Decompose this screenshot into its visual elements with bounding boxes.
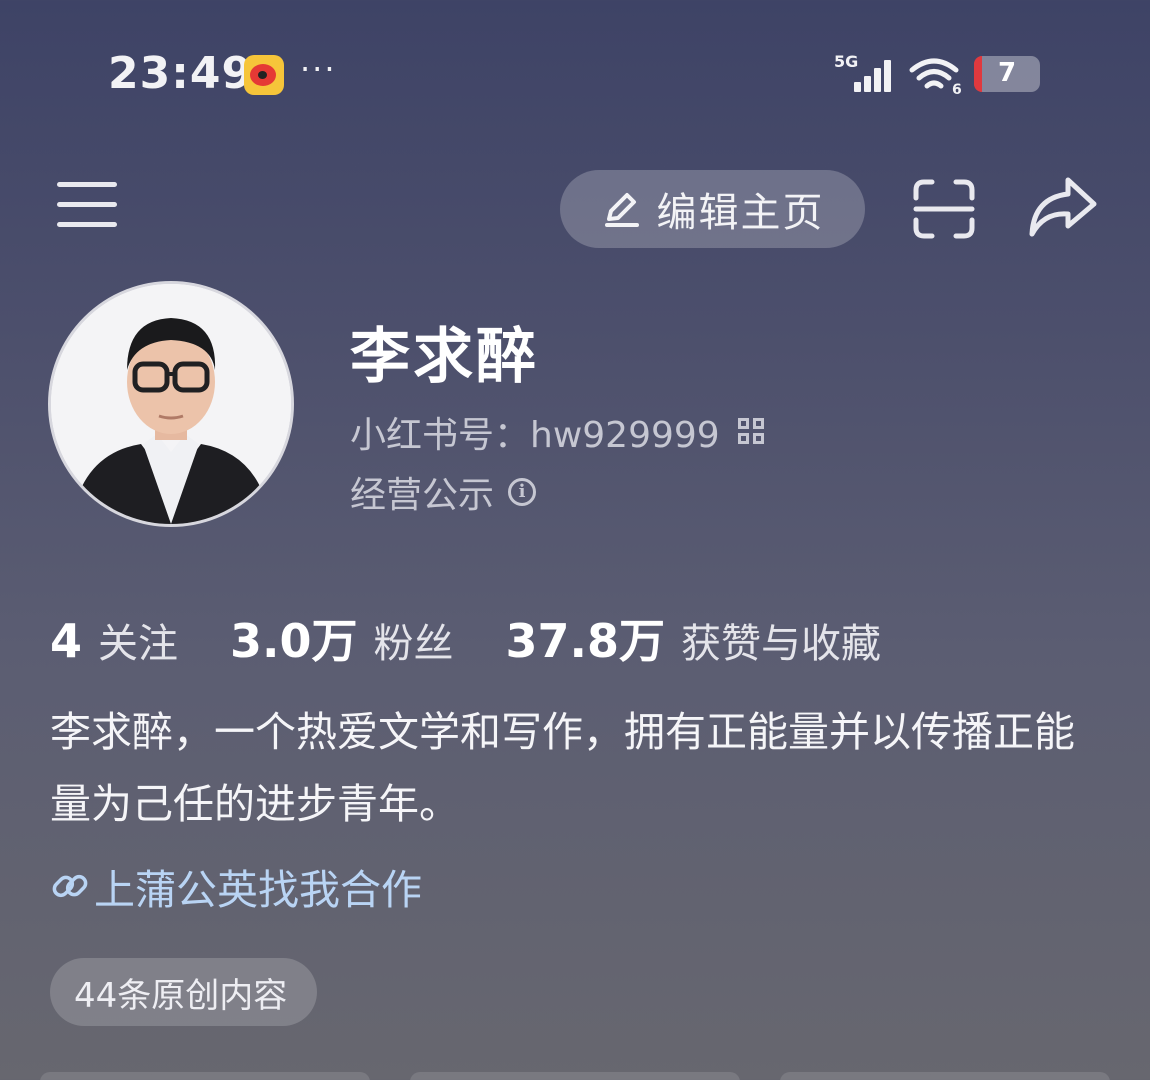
wifi-icon: 6 bbox=[908, 56, 964, 98]
more-notifications-icon: ··· bbox=[300, 50, 337, 88]
stat-following[interactable]: 4 关注 bbox=[50, 611, 178, 669]
battery-level: 7 bbox=[997, 58, 1017, 88]
info-icon: i bbox=[508, 478, 537, 506]
stats-row: 4 关注 3.0万 粉丝 37.8万 获赞与收藏 bbox=[50, 605, 933, 671]
profile-bio: 李求醉，一个热爱文学和写作，拥有正能量并以传播正能量为己任的进步青年。 bbox=[50, 708, 1075, 828]
link-icon bbox=[52, 874, 88, 898]
stat-followers[interactable]: 3.0万 粉丝 bbox=[230, 605, 454, 671]
collab-link[interactable]: 上蒲公英找我合作 bbox=[50, 856, 422, 916]
stat-value: 37.8万 bbox=[505, 614, 666, 668]
stat-label: 关注 bbox=[98, 621, 179, 667]
qr-code-icon[interactable] bbox=[737, 418, 766, 446]
original-content-badge[interactable]: 44条原创内容 bbox=[50, 958, 318, 1026]
stat-likes-collections[interactable]: 37.8万 获赞与收藏 bbox=[506, 605, 882, 671]
avatar[interactable] bbox=[48, 281, 294, 527]
edit-profile-button[interactable]: 编辑主页 bbox=[560, 170, 865, 248]
red-id-row: 小红书号：hw929999 bbox=[350, 406, 766, 458]
share-icon[interactable] bbox=[1028, 176, 1098, 238]
stat-label: 获赞与收藏 bbox=[681, 621, 882, 667]
stat-label: 粉丝 bbox=[373, 621, 454, 667]
red-id: 小红书号：hw929999 bbox=[350, 415, 720, 456]
status-time: 23:49 bbox=[108, 48, 254, 99]
cellular-signal-icon bbox=[850, 56, 900, 92]
scan-icon[interactable] bbox=[912, 178, 976, 240]
menu-icon[interactable] bbox=[57, 180, 117, 228]
svg-text:6: 6 bbox=[952, 82, 962, 96]
profile-name: 李求醉 bbox=[350, 322, 539, 392]
business-info-row[interactable]: 经营公示 i bbox=[350, 466, 537, 518]
stat-value: 3.0万 bbox=[230, 614, 358, 668]
stat-value: 4 bbox=[50, 614, 83, 668]
battery-icon: 7 bbox=[974, 56, 1040, 92]
edit-profile-label: 编辑主页 bbox=[656, 190, 825, 236]
collab-link-label: 上蒲公英找我合作 bbox=[94, 866, 422, 914]
business-info-label: 经营公示 bbox=[350, 475, 495, 516]
pencil-icon bbox=[604, 193, 639, 227]
weibo-notification-icon bbox=[244, 55, 284, 95]
bottom-tags-row bbox=[0, 1066, 1150, 1080]
